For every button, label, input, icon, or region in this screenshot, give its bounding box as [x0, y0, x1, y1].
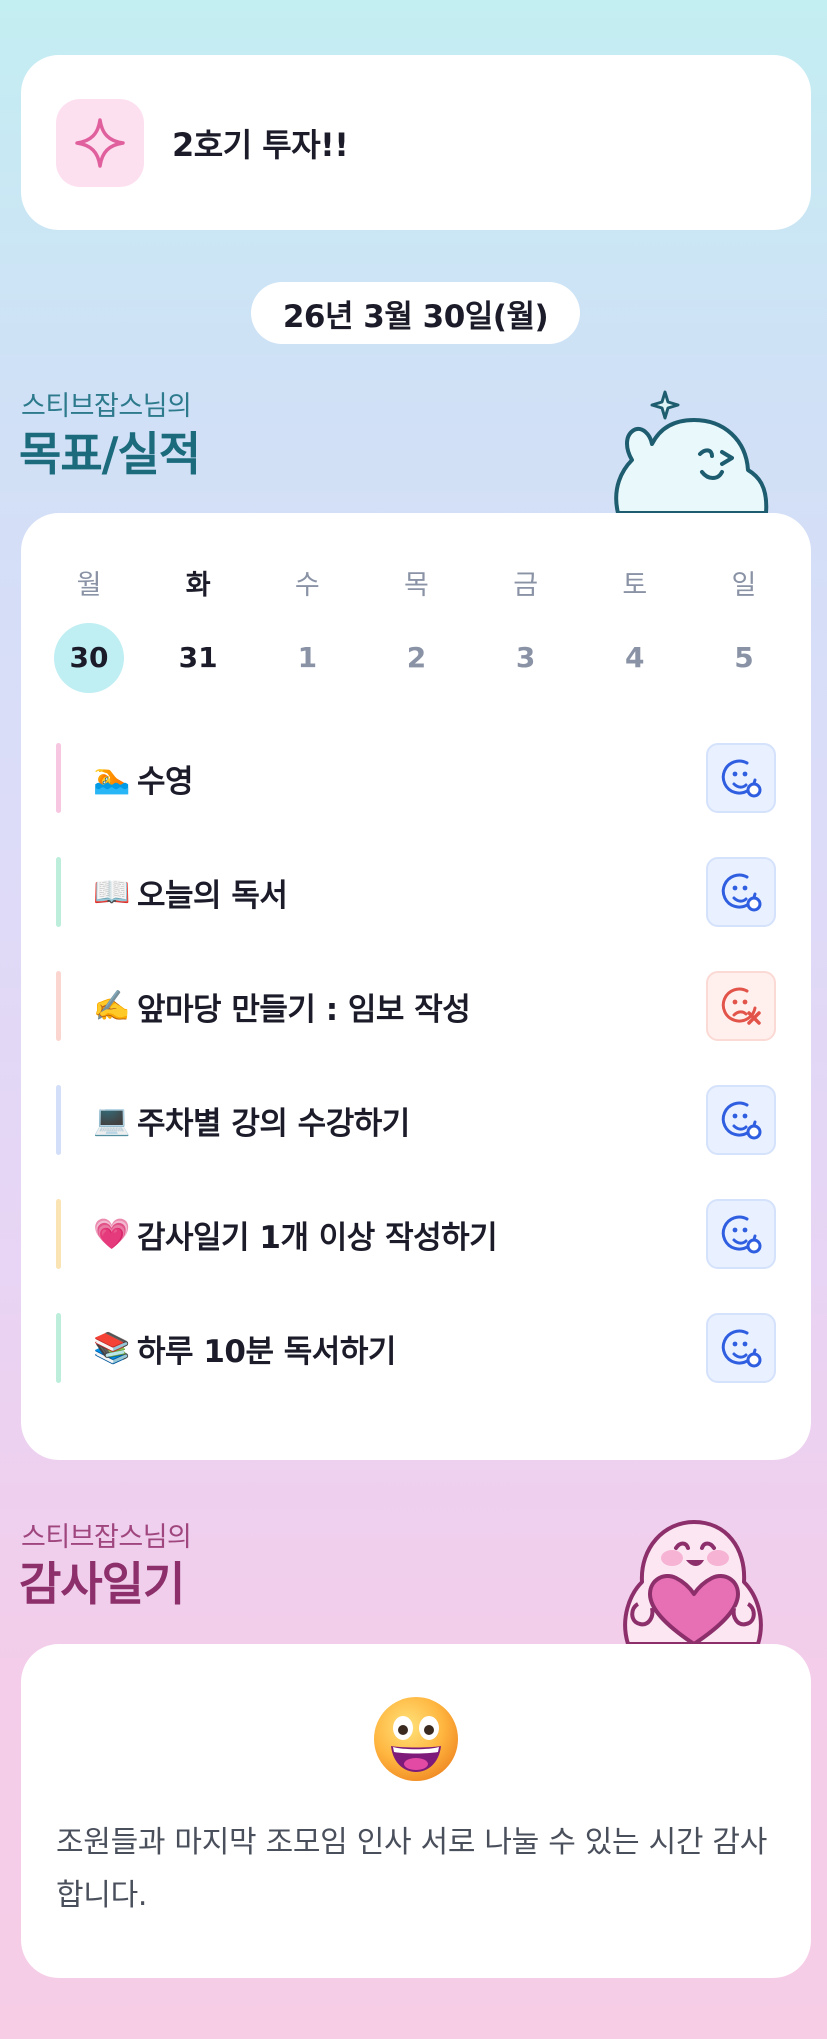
weekday-label: 수	[294, 570, 320, 601]
goal-emoji-icon: 📚	[93, 1330, 131, 1366]
weekday-label: 화	[185, 570, 211, 601]
goal-emoji-icon: 📖	[93, 874, 131, 910]
diary-section-title: 감사일기	[19, 1557, 185, 1611]
goal-status-done-button[interactable]	[706, 1085, 776, 1155]
heart-mascot-icon	[623, 1520, 763, 1644]
date-cell-selected[interactable]: 30	[54, 623, 124, 693]
goal-emoji-icon: ✍️	[93, 988, 131, 1024]
date-cell[interactable]: 3	[491, 623, 561, 693]
date-cell[interactable]: 4	[600, 623, 670, 693]
goals-section-title: 목표/실적	[19, 427, 201, 481]
smile-check-icon	[721, 1215, 762, 1254]
date-cell[interactable]: 1	[272, 623, 342, 693]
smile-check-icon	[721, 873, 762, 912]
weekday-label: 월	[76, 570, 102, 601]
goal-title: 주차별 강의 수강하기	[137, 1105, 410, 1142]
goal-title: 앞마당 만들기 : 임보 작성	[137, 991, 471, 1028]
goal-item[interactable]: 🏊 수영	[56, 743, 776, 813]
goal-emoji-icon: 💗	[93, 1216, 131, 1252]
date-selector[interactable]: 26년 3월 30일(월)	[251, 282, 580, 344]
weekday-label: 일	[731, 570, 757, 601]
goal-status-done-button[interactable]	[706, 1199, 776, 1269]
goal-status-done-button[interactable]	[706, 743, 776, 813]
week-date-picker: 30 31 1 2 3 4 5	[54, 623, 779, 693]
goal-title: 감사일기 1개 이상 작성하기	[137, 1219, 498, 1256]
goal-color-bar	[56, 971, 61, 1041]
goal-status-done-button[interactable]	[706, 1313, 776, 1383]
goal-color-bar	[56, 743, 61, 813]
date-cell[interactable]: 5	[709, 623, 779, 693]
goal-color-bar	[56, 1313, 61, 1383]
grinning-face-icon	[374, 1697, 458, 1781]
waving-mascot-icon	[614, 390, 769, 513]
sad-x-icon	[721, 987, 761, 1025]
goal-item[interactable]: ✍️ 앞마당 만들기 : 임보 작성	[56, 971, 776, 1041]
date-cell-today[interactable]: 31	[163, 623, 233, 693]
goal-title: 수영	[137, 763, 194, 800]
sparkle-icon	[56, 98, 144, 187]
goal-title: 하루 10분 독서하기	[137, 1333, 396, 1370]
announcement-text: 2호기 투자!!	[172, 125, 349, 164]
goal-emoji-icon: 🏊	[93, 760, 131, 796]
goal-status-failed-button[interactable]	[706, 971, 776, 1041]
goal-item[interactable]: 📖 오늘의 독서	[56, 857, 776, 927]
goal-item[interactable]: 💗 감사일기 1개 이상 작성하기	[56, 1199, 776, 1269]
diary-entry-text: 조원들과 마지막 조모임 인사 서로 나눌 수 있는 시간 감사합니다.	[56, 1825, 768, 1913]
goal-color-bar	[56, 857, 61, 927]
weekday-label: 토	[622, 570, 648, 601]
smile-check-icon	[721, 759, 762, 798]
goal-emoji-icon: 💻	[93, 1102, 131, 1138]
smile-check-icon	[721, 1329, 762, 1368]
gratitude-diary-card[interactable]: 조원들과 마지막 조모임 인사 서로 나눌 수 있는 시간 감사합니다.	[21, 1644, 811, 1978]
smile-check-icon	[721, 1101, 762, 1140]
goals-card: 월 화 수 목 금 토 일 30 31 1 2 3 4 5 🏊 수영 📖 오늘의 독…	[21, 513, 811, 1460]
date-cell[interactable]: 2	[381, 623, 451, 693]
goal-item[interactable]: 📚 하루 10분 독서하기	[56, 1313, 776, 1383]
goal-color-bar	[56, 1199, 61, 1269]
weekday-label: 목	[404, 570, 429, 601]
goal-title: 오늘의 독서	[137, 877, 288, 914]
weekday-label: 금	[513, 570, 539, 601]
goal-item[interactable]: 💻 주차별 강의 수강하기	[56, 1085, 776, 1155]
weekday-header: 월 화 수 목 금 토 일	[54, 563, 779, 602]
goal-color-bar	[56, 1085, 61, 1155]
announcement-card[interactable]: 2호기 투자!!	[21, 55, 811, 230]
goal-status-done-button[interactable]	[706, 857, 776, 927]
